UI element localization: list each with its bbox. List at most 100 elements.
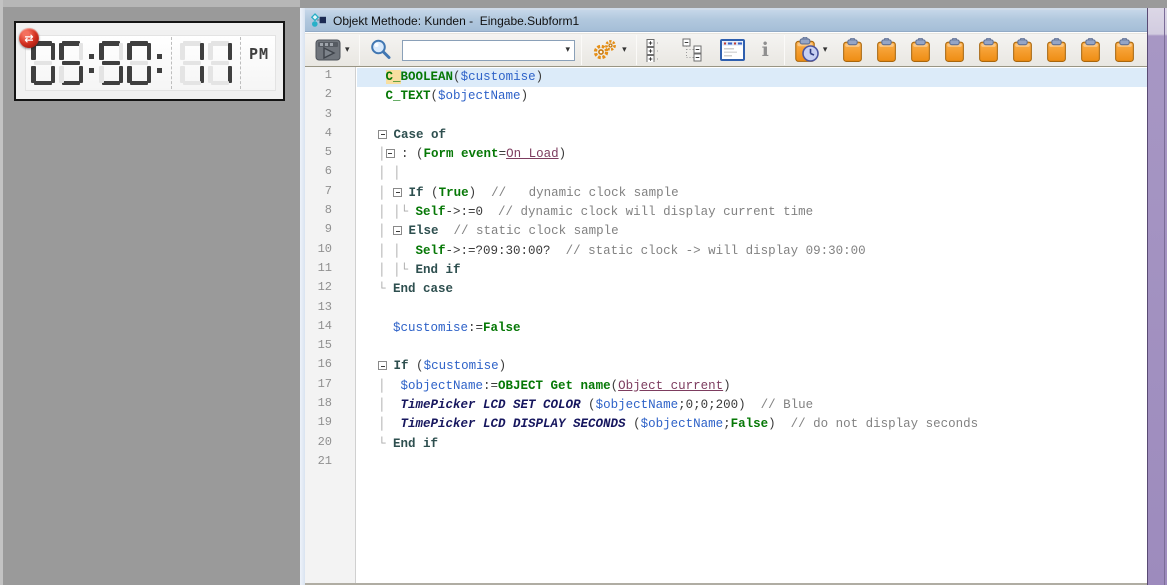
fold-toggle[interactable] [378,361,387,370]
lcd-colon [87,41,95,85]
code-line[interactable] [357,454,1147,473]
code-line[interactable] [357,300,1147,319]
clipboard-icon [1114,38,1135,63]
lcd-section-divider [171,37,172,89]
line-number: 16 [305,357,355,376]
macros-button[interactable] [717,37,749,63]
method-editor-window: Objekt Methode: Kunden - Eingabe.Subform… [300,8,1167,585]
code-line[interactable]: │ : (Form event=On Load) [357,145,1147,164]
code-line[interactable] [357,107,1147,126]
lcd-colon [155,41,163,85]
code-token: ) [536,70,544,84]
code-token: On Load [506,147,559,161]
fold-toggle[interactable] [393,226,402,235]
toolbar: ▾ ▾ [305,33,1147,67]
search-combo-arrow-icon[interactable]: ▾ [566,45,571,55]
code-line[interactable]: C_BOOLEAN($customise) [357,68,1147,87]
code-line[interactable]: │ If (True) // dynamic clock sample [357,184,1147,203]
code-token: Case of [394,128,447,142]
code-line[interactable]: │ TimePicker LCD DISPLAY SECONDS ($objec… [357,415,1147,434]
code-token: := [483,379,498,393]
code-token: ( [581,398,596,412]
code-line[interactable]: C_TEXT($objectName) [357,87,1147,106]
line-number: 3 [305,107,355,126]
clipboard-slot-button[interactable] [873,36,900,65]
code-token: True [439,186,469,200]
clipboard-slot-button[interactable] [839,36,866,65]
method-settings-button[interactable]: ▾ [588,37,630,63]
clipboard-slot-button[interactable] [1077,36,1104,65]
fold-toggle[interactable] [378,130,387,139]
code-token: End case [393,282,453,296]
fold-toggle[interactable] [393,188,402,197]
code-token: └ [363,437,393,451]
code-line[interactable]: │ Else // static clock sample [357,222,1147,241]
code-line[interactable]: └ End case [357,280,1147,299]
clipboard-slot-button[interactable] [975,36,1002,65]
search-combobox[interactable]: ▾ [402,40,576,61]
code-token: C_TEXT [386,89,431,103]
code-line[interactable]: │ │ Self->:=?09:30:00? // static clock -… [357,242,1147,261]
code-line[interactable]: $customise:=False [357,319,1147,338]
fold-toggle[interactable] [386,149,395,158]
lcd-digit [180,41,204,85]
code-line[interactable]: Case of [357,126,1147,145]
line-number: 7 [305,184,355,203]
toolbar-separator [784,35,785,65]
code-token: : ( [401,147,424,161]
expand-all-button[interactable] [643,36,671,64]
collapse-all-button[interactable] [679,36,709,64]
clipboard-slot-button[interactable] [1111,36,1138,65]
settings-dropdown-arrow-icon[interactable]: ▾ [622,45,627,55]
code-token: $customise [424,359,499,373]
info-button[interactable]: i [753,37,778,63]
code-token: ) [469,186,477,200]
clipboard-slot-button[interactable] [1009,36,1036,65]
line-number: 17 [305,377,355,396]
line-number: 19 [305,415,355,434]
code-line[interactable]: │ │└ Self->:=0 // dynamic clock will dis… [357,203,1147,222]
refresh-badge-icon[interactable]: ⇄ [19,28,39,48]
clipboard-dropdown-arrow-icon[interactable]: ▾ [823,45,828,55]
code-line[interactable]: │ TimePicker LCD SET COLOR ($objectName;… [357,396,1147,415]
run-method-button[interactable]: ▾ [312,37,353,64]
line-number: 12 [305,280,355,299]
clipboard-slot-button[interactable] [1043,36,1070,65]
code-token [394,147,402,161]
code-token: ( [431,89,439,103]
search-input[interactable] [403,42,566,59]
code-line[interactable]: │ │ [357,164,1147,183]
code-token: ; [723,417,731,431]
code-token: │ │ [363,244,416,258]
code-line[interactable]: │ $objectName:=OBJECT Get name(Object cu… [357,377,1147,396]
line-number-gutter: 123456789101112131415161718192021 [305,67,356,583]
search-button[interactable] [366,36,396,64]
code-token: OBJECT Get name [498,379,611,393]
code-token: ) [559,147,567,161]
code-line[interactable]: │ │└ End if [357,261,1147,280]
code-token: ) [768,417,776,431]
code-token: := [468,321,483,335]
code-token: ( [424,186,439,200]
run-dropdown-arrow-icon[interactable]: ▾ [345,45,350,55]
window-left-border [300,8,305,585]
code-token: // static clock sample [439,224,619,238]
code-token: Self [416,205,446,219]
line-number: 11 [305,261,355,280]
clipboard-icon [1080,38,1101,63]
code-line[interactable]: └ End if [357,435,1147,454]
code-line[interactable] [357,338,1147,357]
title-bar[interactable]: Objekt Methode: Kunden - Eingabe.Subform… [305,10,1147,32]
clipboard-slot-button[interactable] [941,36,968,65]
code-line[interactable]: If ($customise) [357,357,1147,376]
lcd-digit [208,41,232,85]
clipboard-history-button[interactable]: ▾ [791,35,831,65]
code-token: ( [409,359,424,373]
clipboard-icon [944,38,965,63]
code-token: │ [363,417,401,431]
clipboard-slot-button[interactable] [907,36,934,65]
code-token: │ [363,224,393,238]
code-editor[interactable]: C_BOOLEAN($customise) C_TEXT($objectName… [357,67,1147,583]
run-method-icon [315,39,342,62]
code-token [401,224,409,238]
